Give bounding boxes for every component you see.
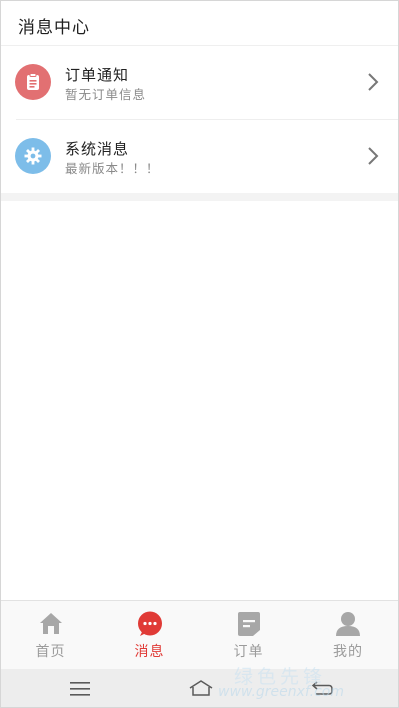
home-outline-icon[interactable] [188,679,214,697]
tab-label: 首页 [35,644,66,660]
system-navigation-bar [1,669,398,707]
tab-messages[interactable]: 消息 [100,601,199,669]
chevron-right-icon [368,73,379,91]
menu-icon[interactable] [70,682,90,696]
home-icon [39,613,62,634]
tab-label: 消息 [134,644,165,660]
tab-home[interactable]: 首页 [1,601,100,669]
message-item-system[interactable]: 系统消息 最新版本！！！ [15,119,398,193]
message-item-order[interactable]: 订单通知 暂无订单信息 [1,46,398,119]
chevron-right-icon [368,147,379,165]
app-header: 消息中心 [1,1,398,46]
message-title: 系统消息 [65,140,130,158]
message-subtitle: 最新版本！！！ [65,161,160,176]
order-icon [237,612,260,636]
tab-orders[interactable]: 订单 [199,601,298,669]
message-title: 订单通知 [65,66,130,84]
tab-label: 订单 [233,644,264,660]
chat-bubble-icon [137,611,162,636]
section-divider [1,193,398,201]
gear-icon [15,138,51,174]
message-subtitle: 暂无订单信息 [65,87,147,102]
page-title: 消息中心 [18,18,90,38]
clipboard-icon [15,64,51,100]
tab-profile[interactable]: 我的 [298,601,398,669]
message-list: 订单通知 暂无订单信息 系统消息 最新版本！！！ [1,46,398,193]
user-icon [336,612,360,636]
bottom-tab-bar: 首页 消息 订单 我的 [1,600,398,669]
back-icon[interactable] [311,679,335,697]
tab-label: 我的 [333,644,363,660]
